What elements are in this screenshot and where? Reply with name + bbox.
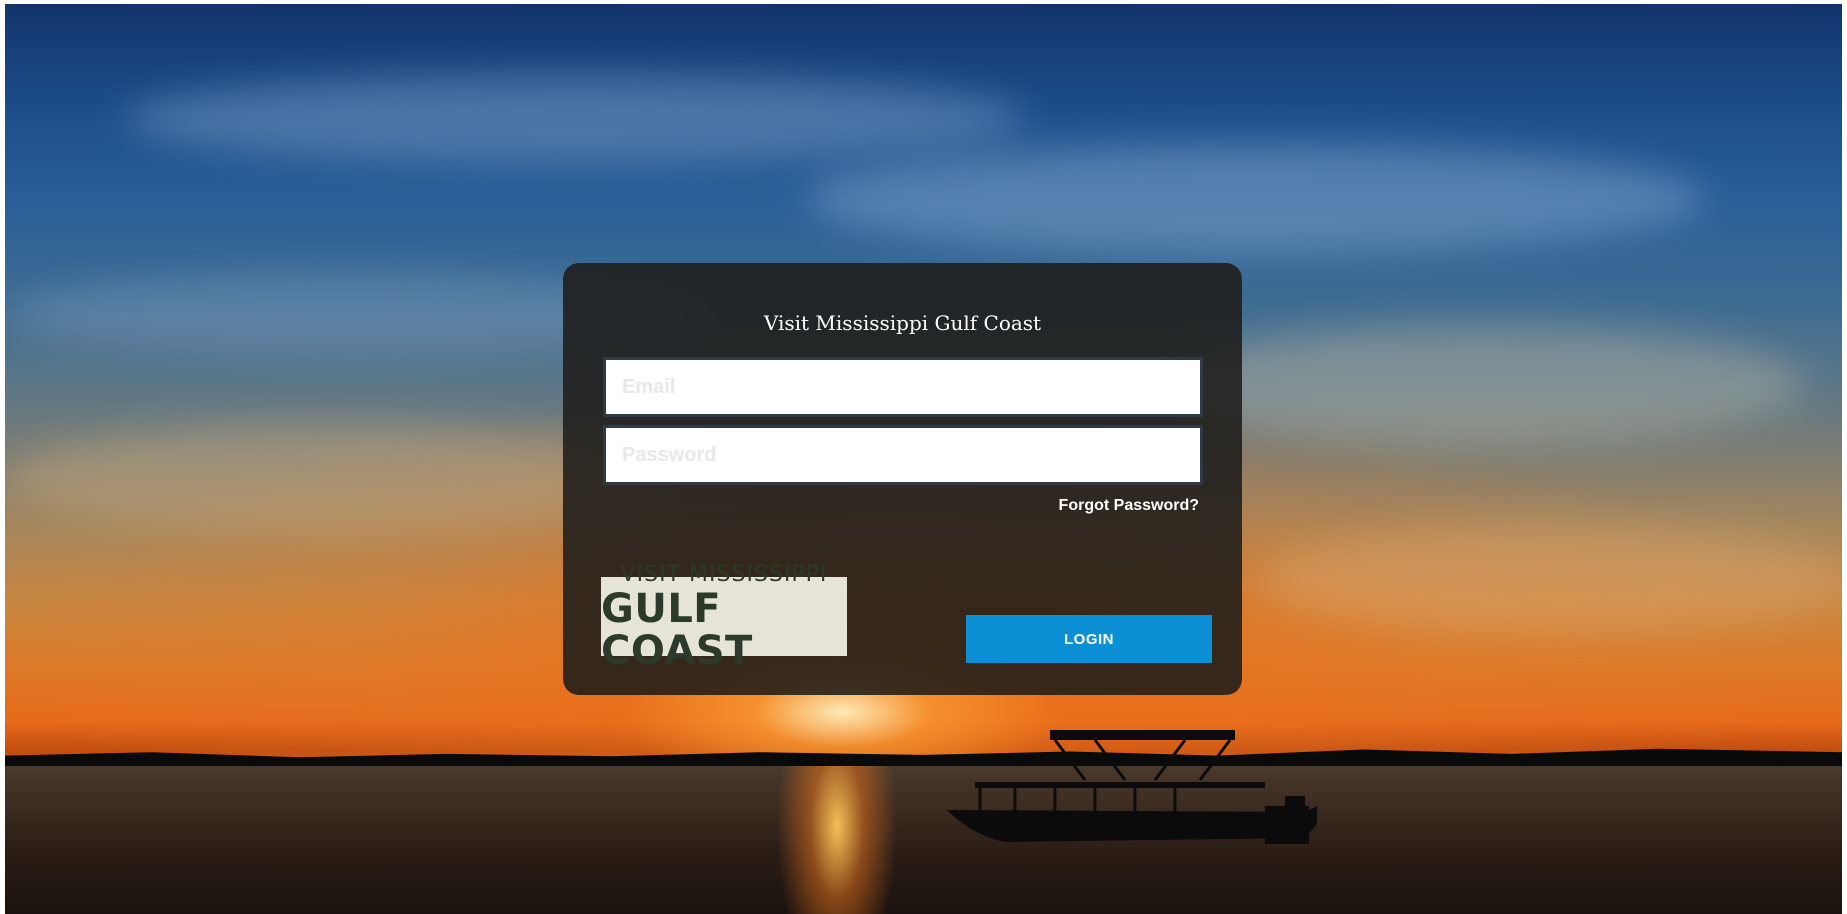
boat-silhouette-icon xyxy=(947,730,1317,844)
logo-line-1: VISIT MISSISSIPPI xyxy=(620,561,828,587)
cloud-streak xyxy=(5,424,655,534)
login-title: Visit Mississippi Gulf Coast xyxy=(763,311,1042,335)
cloud-streak xyxy=(1255,524,1842,634)
cloud-streak xyxy=(1155,324,1805,444)
password-field[interactable] xyxy=(603,425,1203,485)
email-field[interactable] xyxy=(603,357,1203,417)
cloud-streak xyxy=(805,144,1705,254)
forgot-password-link[interactable]: Forgot Password? xyxy=(1059,497,1199,515)
logo-line-2: GULF COAST xyxy=(601,585,753,674)
visit-mississippi-gulf-coast-logo: VISIT MISSISSIPPI GULF COAST xyxy=(601,562,847,672)
login-button[interactable]: LOGIN xyxy=(966,615,1212,663)
login-card: Visit Mississippi Gulf Coast Forgot Pass… xyxy=(563,263,1242,695)
cloud-streak xyxy=(125,74,1025,164)
water-surface xyxy=(5,766,1842,914)
